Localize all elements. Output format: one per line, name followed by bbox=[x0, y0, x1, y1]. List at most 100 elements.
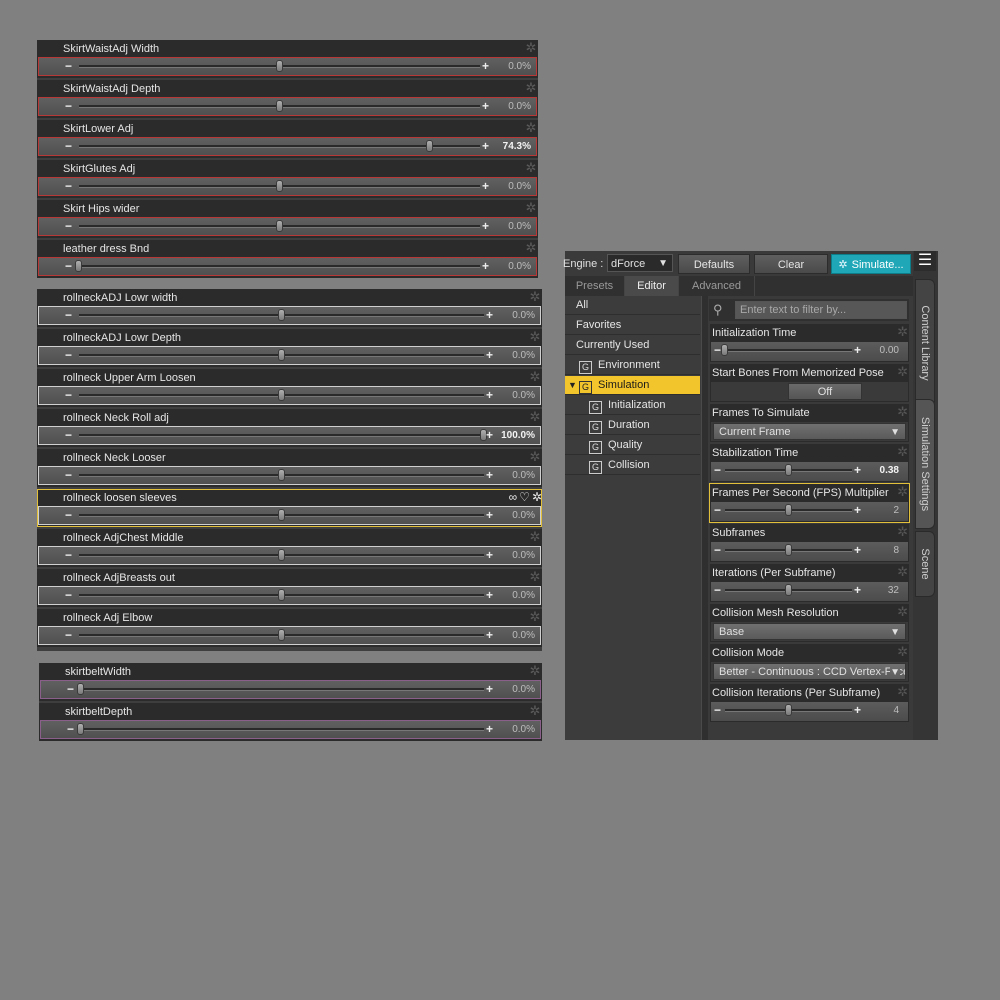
slider-value[interactable]: 0.0% bbox=[512, 307, 535, 324]
dropdown-select[interactable]: Base ▼ bbox=[713, 623, 906, 640]
slider-value[interactable]: 0.0% bbox=[512, 547, 535, 564]
slider-track[interactable] bbox=[79, 100, 480, 112]
tree-item-favorites[interactable]: Favorites bbox=[565, 316, 700, 335]
gear-icon[interactable]: ✲ bbox=[528, 570, 542, 584]
tree-item-all[interactable]: All bbox=[565, 296, 700, 315]
slider-thumb[interactable] bbox=[277, 629, 285, 641]
slider-track[interactable] bbox=[79, 140, 480, 152]
slider-value[interactable]: 0.0% bbox=[512, 587, 535, 604]
decrement-button[interactable]: − bbox=[65, 218, 75, 235]
decrement-button[interactable]: − bbox=[714, 702, 724, 719]
increment-button[interactable]: + bbox=[486, 721, 496, 738]
decrement-button[interactable]: − bbox=[67, 721, 77, 738]
slider-value[interactable]: 2 bbox=[893, 502, 899, 519]
dropdown-select[interactable]: Current Frame ▼ bbox=[713, 423, 906, 440]
simulate-button[interactable]: ✲ Simulate... bbox=[831, 254, 911, 274]
gear-icon[interactable]: ✲ bbox=[524, 81, 538, 95]
slider-track[interactable] bbox=[79, 220, 480, 232]
increment-button[interactable]: + bbox=[486, 467, 496, 484]
increment-button[interactable]: + bbox=[854, 702, 864, 719]
tree-item-duration[interactable]: G Duration bbox=[565, 416, 700, 435]
gear-icon[interactable]: ✲ bbox=[897, 565, 908, 579]
slider-value[interactable]: 0.0% bbox=[512, 467, 535, 484]
decrement-button[interactable]: − bbox=[65, 98, 75, 115]
tab-advanced[interactable]: Advanced bbox=[679, 276, 755, 296]
gear-icon[interactable]: ✲ bbox=[528, 610, 542, 624]
decrement-button[interactable]: − bbox=[65, 627, 75, 644]
slider-thumb[interactable] bbox=[277, 389, 285, 401]
increment-button[interactable]: + bbox=[854, 582, 864, 599]
slider-value[interactable]: 74.3% bbox=[503, 138, 531, 155]
gear-icon[interactable]: ✲ bbox=[532, 490, 542, 504]
increment-button[interactable]: + bbox=[482, 178, 492, 195]
dropdown-select[interactable]: Better - Continuous : CCD Vertex-Face ▼ bbox=[713, 663, 906, 680]
increment-button[interactable]: + bbox=[486, 387, 496, 404]
slider-thumb[interactable] bbox=[77, 723, 84, 735]
gear-icon[interactable]: ✲ bbox=[528, 450, 542, 464]
gear-icon[interactable]: ✲ bbox=[528, 704, 542, 718]
gear-icon[interactable]: ✲ bbox=[528, 370, 542, 384]
tree-item-currently-used[interactable]: Currently Used bbox=[565, 336, 700, 355]
decrement-button[interactable]: − bbox=[65, 138, 75, 155]
increment-button[interactable]: + bbox=[854, 342, 864, 359]
link-icon[interactable]: ∞ bbox=[509, 490, 518, 504]
decrement-button[interactable]: − bbox=[65, 507, 75, 524]
slider-thumb[interactable] bbox=[784, 544, 792, 556]
slider-thumb[interactable] bbox=[277, 469, 285, 481]
tree-item-simulation[interactable]: ▼ G Simulation bbox=[565, 376, 700, 395]
slider-value[interactable]: 0.0% bbox=[512, 387, 535, 404]
decrement-button[interactable]: − bbox=[65, 467, 75, 484]
gear-icon[interactable]: ✲ bbox=[897, 605, 908, 619]
slider-value[interactable]: 4 bbox=[893, 702, 899, 719]
slider-thumb[interactable] bbox=[721, 344, 728, 356]
slider-track[interactable] bbox=[77, 723, 484, 735]
slider-value[interactable]: 0.0% bbox=[512, 627, 535, 644]
increment-button[interactable]: + bbox=[854, 502, 864, 519]
pane-splitter[interactable] bbox=[701, 296, 708, 740]
slider-value[interactable]: 0.0% bbox=[508, 58, 531, 75]
slider-track[interactable] bbox=[79, 349, 484, 361]
gear-icon[interactable]: ✲ bbox=[528, 290, 542, 304]
gear-icon[interactable]: ✲ bbox=[897, 365, 908, 379]
toggle-button[interactable]: Off bbox=[788, 383, 862, 400]
gear-icon[interactable]: ✲ bbox=[897, 405, 908, 419]
tree-item-collision[interactable]: G Collision bbox=[565, 456, 700, 475]
decrement-button[interactable]: − bbox=[65, 387, 75, 404]
gear-icon[interactable]: ✲ bbox=[897, 685, 908, 699]
slider-track[interactable] bbox=[725, 704, 852, 716]
defaults-button[interactable]: Defaults bbox=[678, 254, 750, 274]
increment-button[interactable]: + bbox=[854, 462, 864, 479]
tree-item-initialization[interactable]: G Initialization bbox=[565, 396, 700, 415]
increment-button[interactable]: + bbox=[482, 58, 492, 75]
slider-track[interactable] bbox=[725, 544, 852, 556]
decrement-button[interactable]: − bbox=[65, 547, 75, 564]
tree-item-environment[interactable]: G Environment bbox=[565, 356, 700, 375]
slider-thumb[interactable] bbox=[277, 309, 285, 321]
slider-value[interactable]: 100.0% bbox=[501, 427, 535, 444]
slider-value[interactable]: 32 bbox=[888, 582, 899, 599]
gear-icon[interactable]: ✲ bbox=[524, 161, 538, 175]
increment-button[interactable]: + bbox=[482, 98, 492, 115]
slider-thumb[interactable] bbox=[784, 464, 792, 476]
slider-track[interactable] bbox=[79, 309, 484, 321]
increment-button[interactable]: + bbox=[486, 307, 496, 324]
increment-button[interactable]: + bbox=[486, 681, 496, 698]
decrement-button[interactable]: − bbox=[67, 681, 77, 698]
slider-value[interactable]: 0.0% bbox=[512, 347, 535, 364]
increment-button[interactable]: + bbox=[486, 587, 496, 604]
slider-value[interactable]: 0.0% bbox=[508, 178, 531, 195]
slider-thumb[interactable] bbox=[277, 349, 285, 361]
gear-icon[interactable]: ✲ bbox=[524, 41, 538, 55]
slider-track[interactable] bbox=[725, 464, 852, 476]
decrement-button[interactable]: − bbox=[65, 347, 75, 364]
slider-thumb[interactable] bbox=[277, 509, 285, 521]
slider-track[interactable] bbox=[725, 584, 852, 596]
slider-track[interactable] bbox=[79, 629, 484, 641]
decrement-button[interactable]: − bbox=[714, 582, 724, 599]
slider-value[interactable]: 0.38 bbox=[880, 462, 899, 479]
slider-thumb[interactable] bbox=[275, 220, 283, 232]
decrement-button[interactable]: − bbox=[65, 178, 75, 195]
increment-button[interactable]: + bbox=[486, 507, 496, 524]
increment-button[interactable]: + bbox=[482, 258, 492, 275]
increment-button[interactable]: + bbox=[854, 542, 864, 559]
